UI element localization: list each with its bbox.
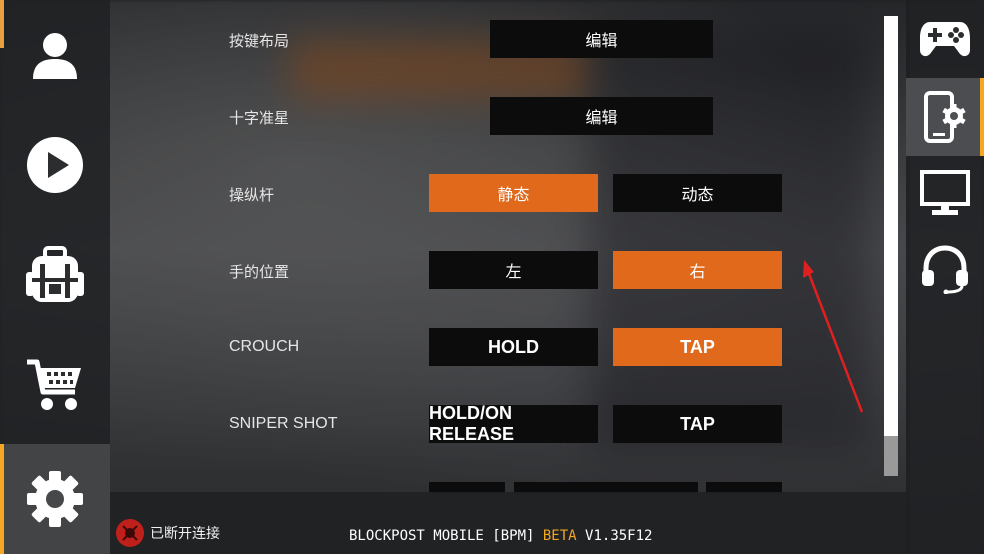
bottom-bar (110, 492, 906, 554)
version-number: V1.35F12 (585, 528, 653, 544)
row-label-crosshair: 十字准星 (229, 109, 290, 127)
crouch-tap-button[interactable]: TAP (613, 328, 782, 366)
play-icon (27, 137, 83, 193)
shop-cart-icon (27, 359, 81, 410)
headset-icon (922, 245, 968, 294)
gamepad-icon (920, 22, 970, 57)
settings-tab-device[interactable] (906, 78, 984, 156)
monitor-icon (920, 170, 970, 215)
sniper-tap-button[interactable]: TAP (613, 405, 782, 443)
nav-profile[interactable] (0, 0, 110, 110)
nav-play[interactable] (0, 110, 110, 220)
settings-gear-icon (27, 471, 83, 527)
connection-status-label: 已断开连接 (150, 526, 220, 542)
app-name: BLOCKPOST MOBILE [BPM] (349, 528, 535, 544)
profile-icon (33, 33, 77, 79)
hand-right-button[interactable]: 右 (613, 251, 782, 289)
phone-settings-icon (924, 91, 966, 143)
hand-left-button[interactable]: 左 (429, 251, 598, 289)
edit-key-layout-button[interactable]: 编辑 (490, 20, 713, 58)
beta-label: BETA (542, 528, 577, 544)
nav-shop[interactable] (0, 330, 110, 440)
connection-status: 已断开连接 (116, 518, 220, 548)
settings-tab-audio[interactable] (906, 230, 984, 308)
row-label-sniper-shot: SNIPER SHOT (229, 415, 338, 432)
app-version: BLOCKPOST MOBILE [BPM] BETA V1.35F12 (349, 528, 652, 544)
disconnected-icon (116, 519, 144, 547)
nav-settings[interactable] (0, 444, 110, 554)
edit-crosshair-button[interactable]: 编辑 (490, 97, 713, 135)
backpack-icon (26, 246, 84, 302)
row-label-joystick: 操纵杆 (229, 186, 275, 204)
nav-inventory[interactable] (0, 220, 110, 330)
settings-tab-display[interactable] (906, 154, 984, 232)
row-label-hand-position: 手的位置 (229, 263, 290, 281)
settings-scrollbar[interactable] (884, 16, 898, 476)
sniper-hold-release-button[interactable]: HOLD/ON RELEASE (429, 403, 598, 444)
left-sidebar (0, 0, 110, 554)
row-label-crouch: CROUCH (229, 338, 300, 355)
joystick-static-button[interactable]: 静态 (429, 174, 598, 212)
joystick-dynamic-button[interactable]: 动态 (613, 174, 782, 212)
settings-tab-gamepad[interactable] (906, 0, 984, 78)
settings-scrollbar-thumb[interactable] (884, 436, 898, 476)
right-sidebar (906, 0, 984, 554)
crouch-hold-button[interactable]: HOLD (429, 328, 598, 366)
row-label-key-layout: 按键布局 (229, 32, 290, 50)
